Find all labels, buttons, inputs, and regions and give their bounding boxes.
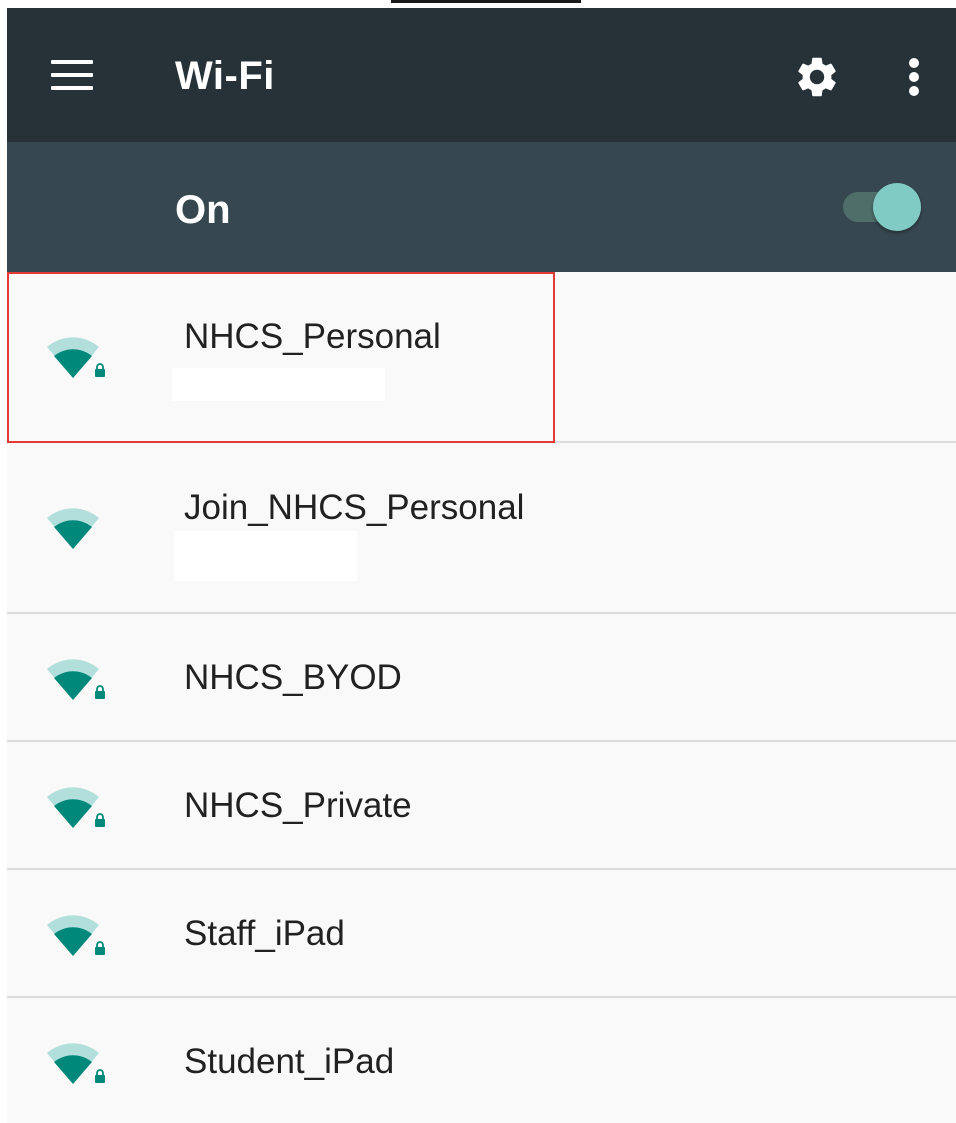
wifi-lock-icon xyxy=(47,787,105,828)
wifi-lock-icon xyxy=(47,659,105,700)
gear-icon[interactable] xyxy=(793,53,841,101)
wifi-switch-bar: On xyxy=(7,142,956,272)
network-name: Join_NHCS_Personal xyxy=(184,488,525,527)
more-vert-icon[interactable] xyxy=(903,56,927,100)
wifi-lock-icon xyxy=(47,1043,105,1084)
network-item-join-nhcs-personal[interactable]: Join_NHCS_Personal xyxy=(7,443,956,614)
top-rule xyxy=(391,0,581,3)
network-name: Staff_iPad xyxy=(184,914,345,953)
menu-icon[interactable] xyxy=(51,60,93,90)
wifi-lock-icon xyxy=(47,337,105,378)
network-status xyxy=(174,531,357,581)
toggle-thumb xyxy=(873,183,921,231)
network-status xyxy=(172,368,385,401)
app-bar: Wi-Fi xyxy=(7,8,956,142)
network-name: NHCS_Private xyxy=(184,786,412,825)
page-title: Wi-Fi xyxy=(175,54,275,98)
network-item-student-ipad[interactable]: Student_iPad xyxy=(7,998,956,1123)
wifi-lock-icon xyxy=(47,915,105,956)
wifi-toggle[interactable] xyxy=(843,180,923,232)
network-item-nhcs-private[interactable]: NHCS_Private xyxy=(7,742,956,870)
network-name: Student_iPad xyxy=(184,1042,395,1081)
wifi-state-label: On xyxy=(175,188,231,232)
network-list: NHCS_Personal Join_NHCS_Personal NHCS_BY… xyxy=(7,272,956,1123)
network-item-nhcs-personal[interactable]: NHCS_Personal xyxy=(7,272,956,443)
network-item-nhcs-byod[interactable]: NHCS_BYOD xyxy=(7,614,956,742)
network-name: NHCS_BYOD xyxy=(184,658,402,697)
wifi-icon xyxy=(47,508,99,549)
network-name: NHCS_Personal xyxy=(184,317,441,356)
wifi-settings-screen: Wi-Fi On NHCS_Personal Join_NHCS_Persona… xyxy=(7,8,956,1123)
network-item-staff-ipad[interactable]: Staff_iPad xyxy=(7,870,956,998)
